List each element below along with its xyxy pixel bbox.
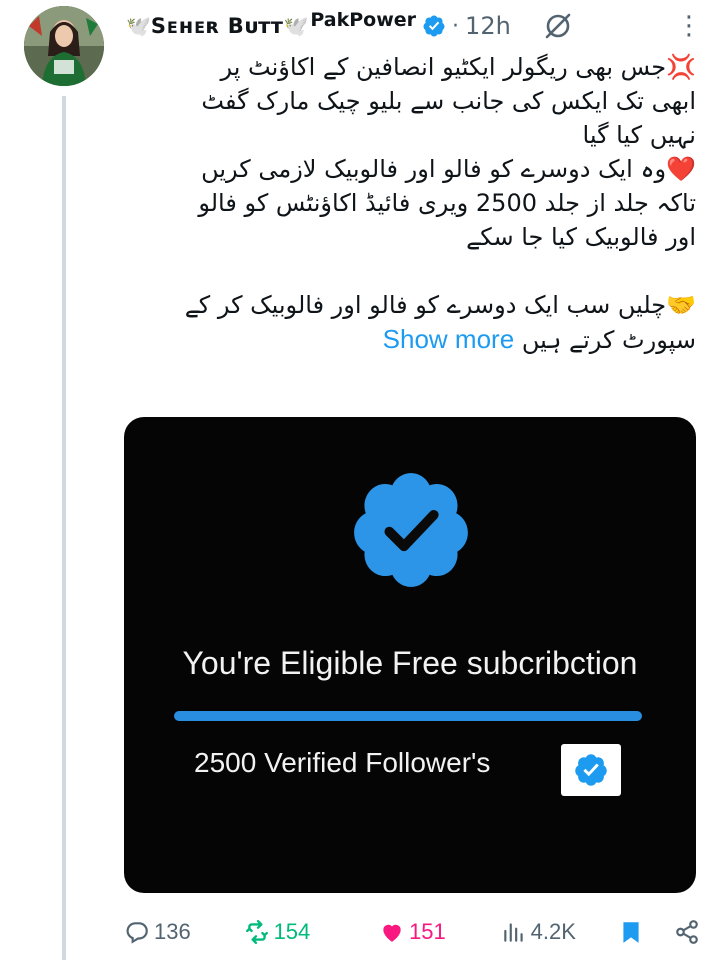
share-icon	[676, 920, 698, 944]
tweet-line: سپورٹ کرتے ہیں	[521, 326, 696, 354]
author-name[interactable]: Sᴇʜᴇʀ Bᴜᴛᴛ	[151, 14, 284, 38]
tweet-line: اور فالوبیک کیا جا سکے	[466, 223, 696, 251]
verified-badge-icon	[354, 473, 468, 587]
small-badge-box	[561, 744, 621, 796]
timestamp[interactable]: 12h	[465, 12, 511, 40]
verified-badge-icon[interactable]	[422, 14, 446, 38]
reply-count: 136	[154, 919, 191, 944]
grok-icon[interactable]	[541, 9, 575, 43]
views-icon	[503, 923, 523, 942]
like-count: 151	[409, 919, 446, 944]
reply-button[interactable]: 136	[124, 919, 244, 945]
dove-icon: 🕊️	[126, 14, 151, 38]
author-handle[interactable]: PakPower	[310, 9, 416, 31]
tweet-line: تاکہ جلد از جلد 2500 ویری فائیڈ اکاؤنٹس …	[198, 189, 696, 217]
tweet-line: ❤️وہ ایک دوسرے کو فالو اور فالوبیک لازمی…	[201, 155, 696, 183]
tweet-line: نہیں کیا گیا	[582, 121, 696, 149]
tweet-image[interactable]: You're Eligible Free subcribction 2500 V…	[124, 417, 696, 893]
separator-dot: ·	[452, 13, 460, 39]
thread-line	[62, 96, 66, 960]
views-count: 4.2K	[530, 919, 576, 944]
avatar[interactable]	[24, 6, 104, 86]
reply-icon	[126, 922, 148, 944]
tweet-line-last: سپورٹ کرتے ہیں Show more	[128, 322, 696, 357]
verified-badge-icon	[575, 754, 607, 786]
progress-bar	[174, 711, 642, 721]
tweet-line: ابھی تک ایکس کی جانب سے بلیو چیک مارک گف…	[201, 87, 696, 115]
followers-text: 2500 Verified Follower's	[194, 747, 491, 778]
repost-count: 154	[273, 919, 311, 944]
tweet-header: 🕊️ Sᴇʜᴇʀ Bᴜᴛᴛ 🕊️ PakPower · 12h ⋮	[126, 4, 702, 48]
bookmark-icon	[623, 922, 639, 943]
like-button[interactable]: 151	[379, 919, 501, 945]
tweet-text: 💢جس بھی ریگولر ایکٹیو انصافین کے اکاؤنٹ …	[128, 50, 696, 357]
dove-icon: 🕊️	[283, 14, 309, 38]
avatar-image	[24, 6, 104, 86]
bookmark-button[interactable]	[618, 919, 674, 945]
eligible-text: You're Eligible Free subcribction	[182, 645, 638, 681]
heart-icon	[383, 924, 401, 942]
repost-button[interactable]: 154	[244, 919, 380, 945]
share-button[interactable]	[674, 919, 700, 945]
show-more-link[interactable]: Show more	[383, 324, 515, 354]
tweet-line: 🤝چلیں سب ایک دوسرے کو فالو اور فالوبیک ک…	[184, 291, 696, 319]
views-button[interactable]: 4.2K	[501, 919, 619, 945]
tweet-line: 💢جس بھی ریگولر ایکٹیو انصافین کے اکاؤنٹ …	[220, 53, 696, 81]
repost-icon	[245, 919, 268, 945]
action-bar: 136 154 151 4.2K	[124, 912, 700, 952]
more-options-icon[interactable]: ⋮	[676, 11, 702, 41]
